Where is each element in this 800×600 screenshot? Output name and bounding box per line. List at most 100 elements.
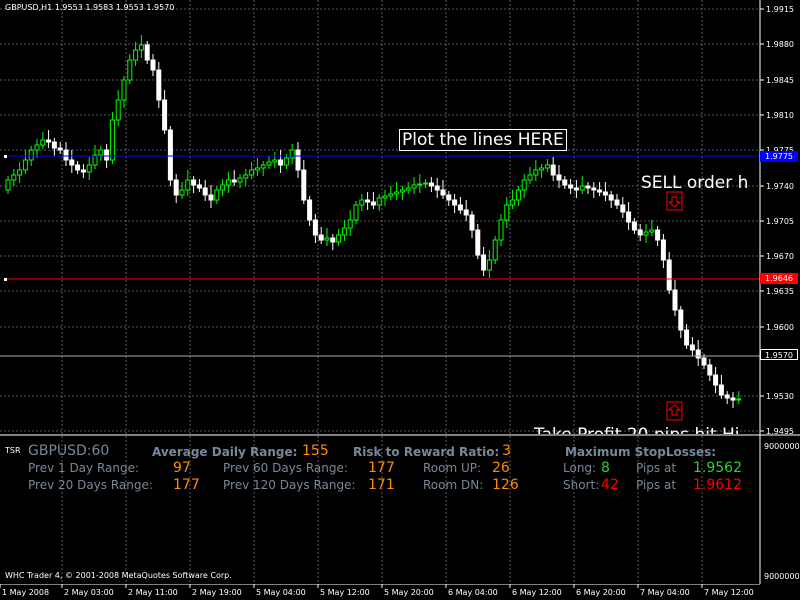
candle-body	[614, 199, 620, 206]
indicator-symbol: GBPUSD:60	[28, 443, 110, 459]
candle-body	[417, 183, 423, 186]
candle-body	[376, 197, 382, 206]
prev1-value: 97	[173, 460, 191, 476]
price-chart[interactable]: 1.9915 1.9880 1.9845 1.9810 1.9775 1.9740 1.97…	[0, 0, 800, 436]
candle-body	[173, 179, 179, 196]
candle-body	[556, 174, 562, 181]
candle-body	[660, 239, 666, 261]
candle-body	[469, 214, 475, 231]
candle-body	[504, 204, 510, 221]
candle-body	[34, 144, 40, 151]
prev120-label: Prev 120 Days Range:	[223, 478, 356, 492]
candle-body	[353, 204, 359, 221]
time-tick-label: 2 May 03:00	[64, 588, 114, 597]
candle-body	[237, 177, 243, 183]
pips-at-label-short: Pips at	[636, 478, 677, 492]
candle-body	[272, 159, 278, 163]
price-tick-label: 1.9810	[766, 111, 794, 120]
candle-body	[370, 201, 376, 206]
candle-body	[597, 189, 603, 193]
candle-body	[527, 174, 533, 181]
candle-body	[382, 195, 388, 199]
candle-body	[336, 234, 342, 243]
candle-body	[312, 219, 318, 236]
candle-body	[736, 398, 742, 401]
candle-body	[133, 49, 139, 61]
red-level-handle[interactable]	[4, 278, 7, 281]
candle-body	[405, 187, 411, 191]
candle-body	[585, 185, 591, 189]
candle-body	[434, 185, 440, 191]
candle-body	[411, 184, 417, 189]
rr-label: Risk to Reward Ratio:	[353, 445, 500, 459]
candle-body	[452, 199, 458, 206]
price-tick-label: 1.9635	[766, 287, 794, 296]
candle-body	[185, 179, 191, 191]
prev20-value: 177	[173, 477, 200, 493]
price-tick-label: 1.9915	[766, 5, 794, 14]
candle-body	[69, 159, 75, 166]
candle-body	[202, 187, 208, 196]
candle-body	[301, 169, 307, 201]
candle-body	[341, 227, 347, 236]
candle-body	[138, 44, 144, 51]
red-level-price-tag: 1.9646	[760, 273, 798, 284]
time-tick-label: 5 May 04:00	[256, 588, 306, 597]
candle-body	[539, 167, 545, 171]
prev60-label: Prev 60 Days Range:	[223, 461, 348, 475]
candle-body	[324, 237, 330, 241]
candle-body	[5, 179, 11, 191]
candle-body	[475, 229, 481, 256]
long-label: Long:	[563, 461, 597, 475]
prev1-label: Prev 1 Day Range:	[28, 461, 140, 475]
room-up-value: 26	[492, 460, 510, 476]
blue-level-handle[interactable]	[4, 155, 7, 158]
price-chart-canvas[interactable]: 1.9915 1.9880 1.9845 1.9810 1.9775 1.9740 1.97…	[0, 0, 800, 436]
indicator-axis-bottom: 9000000	[764, 572, 800, 581]
time-axis[interactable]: 1 May 2008 2 May 03:00 2 May 11:00 2 May 19…	[0, 583, 800, 600]
candle-body	[46, 139, 52, 143]
plot-lines-label[interactable]: Plot the lines HERE	[399, 129, 567, 151]
take-profit-arrow-icon	[666, 401, 683, 421]
candle-body	[179, 189, 185, 196]
avg-daily-range-label: Average Daily Range:	[152, 445, 298, 459]
candle-body	[457, 204, 463, 211]
candle-body	[713, 374, 719, 386]
time-tick-label: 2 May 19:00	[192, 588, 242, 597]
price-tick-label: 1.9740	[766, 182, 794, 191]
time-tick-label: 7 May 12:00	[704, 588, 754, 597]
candle-body	[684, 329, 690, 346]
candle-body	[689, 344, 695, 351]
time-tick-label: 2 May 11:00	[128, 588, 178, 597]
candle-body	[533, 169, 539, 176]
rr-value: 3	[502, 443, 511, 459]
candle-body	[121, 79, 127, 101]
candle-body	[550, 164, 556, 176]
candle-body	[365, 199, 371, 203]
candle-body	[544, 164, 550, 169]
indicator-name: TSR	[5, 446, 21, 455]
candle-body	[631, 221, 637, 231]
candle-body	[649, 229, 655, 233]
candle-body	[695, 349, 701, 359]
candle-body	[608, 194, 614, 201]
sell-order-text: SELL order h	[641, 173, 749, 193]
candle-body	[399, 189, 405, 193]
candle-body	[481, 254, 487, 271]
candle-body	[579, 185, 585, 191]
indicator-panel[interactable]: TSR 9000000 9000000 GBPUSD:60 Average Da…	[0, 434, 800, 584]
candle-body	[718, 384, 724, 396]
candle-body	[330, 237, 336, 243]
short-value: 42	[601, 477, 619, 493]
prev20-label: Prev 20 Days Range:	[28, 478, 153, 492]
candle-body	[678, 309, 684, 331]
candle-body	[98, 149, 104, 156]
candle-body	[347, 219, 353, 229]
candle-body	[620, 204, 626, 213]
sell-arrow-icon	[666, 191, 683, 211]
price-axis[interactable]: 1.99151.98801.98451.98101.97751.97401.97…	[760, 5, 794, 436]
candle-body	[515, 189, 521, 201]
time-tick-label: 6 May 20:00	[576, 588, 626, 597]
candle-body	[602, 191, 608, 196]
candle-body	[254, 167, 260, 171]
